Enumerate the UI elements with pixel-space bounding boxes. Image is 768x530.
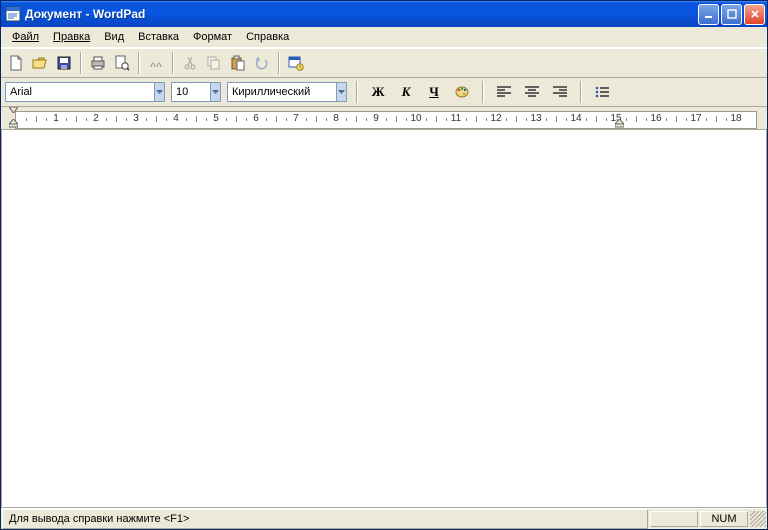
text-editor-area[interactable] [1,130,767,508]
ruler-number: 2 [93,113,99,124]
open-button[interactable] [29,52,51,74]
charset-input[interactable] [228,83,336,101]
ruler[interactable]: 123456789101112131415161718 [15,111,757,129]
toolbar-separator [482,81,484,103]
toolbar-separator [580,81,582,103]
ruler-number: 12 [490,113,501,124]
ruler-number: 11 [451,113,461,124]
right-indent-marker[interactable] [615,119,624,128]
bold-button[interactable]: Ж [367,81,389,103]
print-preview-button[interactable] [111,52,133,74]
ruler-bar: 123456789101112131415161718 [1,107,767,130]
color-button[interactable] [451,81,473,103]
undo-button[interactable] [251,52,273,74]
align-right-button[interactable] [549,81,571,103]
cut-button[interactable] [179,52,201,74]
ruler-number: 4 [173,113,179,124]
font-size-combo[interactable] [171,82,221,102]
menu-format[interactable]: Формат [186,29,239,45]
ruler-number: 10 [410,113,421,124]
menubar: Файл Правка Вид Вставка Формат Справка [1,27,767,48]
ruler-number: 14 [570,113,581,124]
app-window: Документ - WordPad Файл Правка Вид Встав… [0,0,768,530]
ruler-number: 3 [133,113,139,124]
dropdown-icon[interactable] [210,83,220,101]
ruler-number: 6 [253,113,259,124]
toolbar-separator [172,52,174,74]
ruler-number: 9 [373,113,379,124]
window-title: Документ - WordPad [25,7,698,21]
print-button[interactable] [87,52,109,74]
titlebar: Документ - WordPad [1,1,767,27]
status-numlock: NUM [700,511,748,527]
menu-file[interactable]: Файл [5,29,46,45]
copy-button[interactable] [203,52,225,74]
font-name-input[interactable] [6,83,154,101]
ruler-number: 13 [530,113,541,124]
toolbar-separator [138,52,140,74]
dropdown-icon[interactable] [336,83,346,101]
ruler-number: 7 [293,113,299,124]
ruler-number: 18 [730,113,741,124]
align-left-button[interactable] [493,81,515,103]
toolbar-separator [356,81,358,103]
dropdown-icon[interactable] [154,83,164,101]
font-name-combo[interactable] [5,82,165,102]
underline-button[interactable]: Ч [423,81,445,103]
italic-button[interactable]: К [395,81,417,103]
minimize-button[interactable] [698,4,719,25]
save-button[interactable] [53,52,75,74]
menu-insert[interactable]: Вставка [131,29,186,45]
toolbar-format: Ж К Ч [1,78,767,107]
new-button[interactable] [5,52,27,74]
ruler-number: 16 [650,113,661,124]
align-center-button[interactable] [521,81,543,103]
ruler-number: 17 [690,113,701,124]
bullets-button[interactable] [591,81,613,103]
resize-grip[interactable] [750,511,766,527]
app-icon [5,6,21,22]
maximize-button[interactable] [721,4,742,25]
statusbar: Для вывода справки нажмите <F1> NUM [1,508,767,529]
charset-combo[interactable] [227,82,347,102]
toolbar-standard [1,48,767,78]
status-cell-empty [650,511,698,527]
menu-help[interactable]: Справка [239,29,296,45]
ruler-number: 1 [53,113,59,124]
find-button[interactable] [145,52,167,74]
toolbar-separator [80,52,82,74]
ruler-number: 8 [333,113,339,124]
datetime-button[interactable] [285,52,307,74]
first-line-indent-marker[interactable] [9,107,18,113]
menu-edit[interactable]: Правка [46,29,97,45]
menu-view[interactable]: Вид [97,29,131,45]
ruler-number: 5 [213,113,219,124]
font-size-input[interactable] [172,83,210,101]
close-button[interactable] [744,4,765,25]
status-help-text: Для вывода справки нажмите <F1> [2,509,648,529]
paste-button[interactable] [227,52,249,74]
toolbar-separator [278,52,280,74]
left-indent-marker[interactable] [9,119,18,128]
